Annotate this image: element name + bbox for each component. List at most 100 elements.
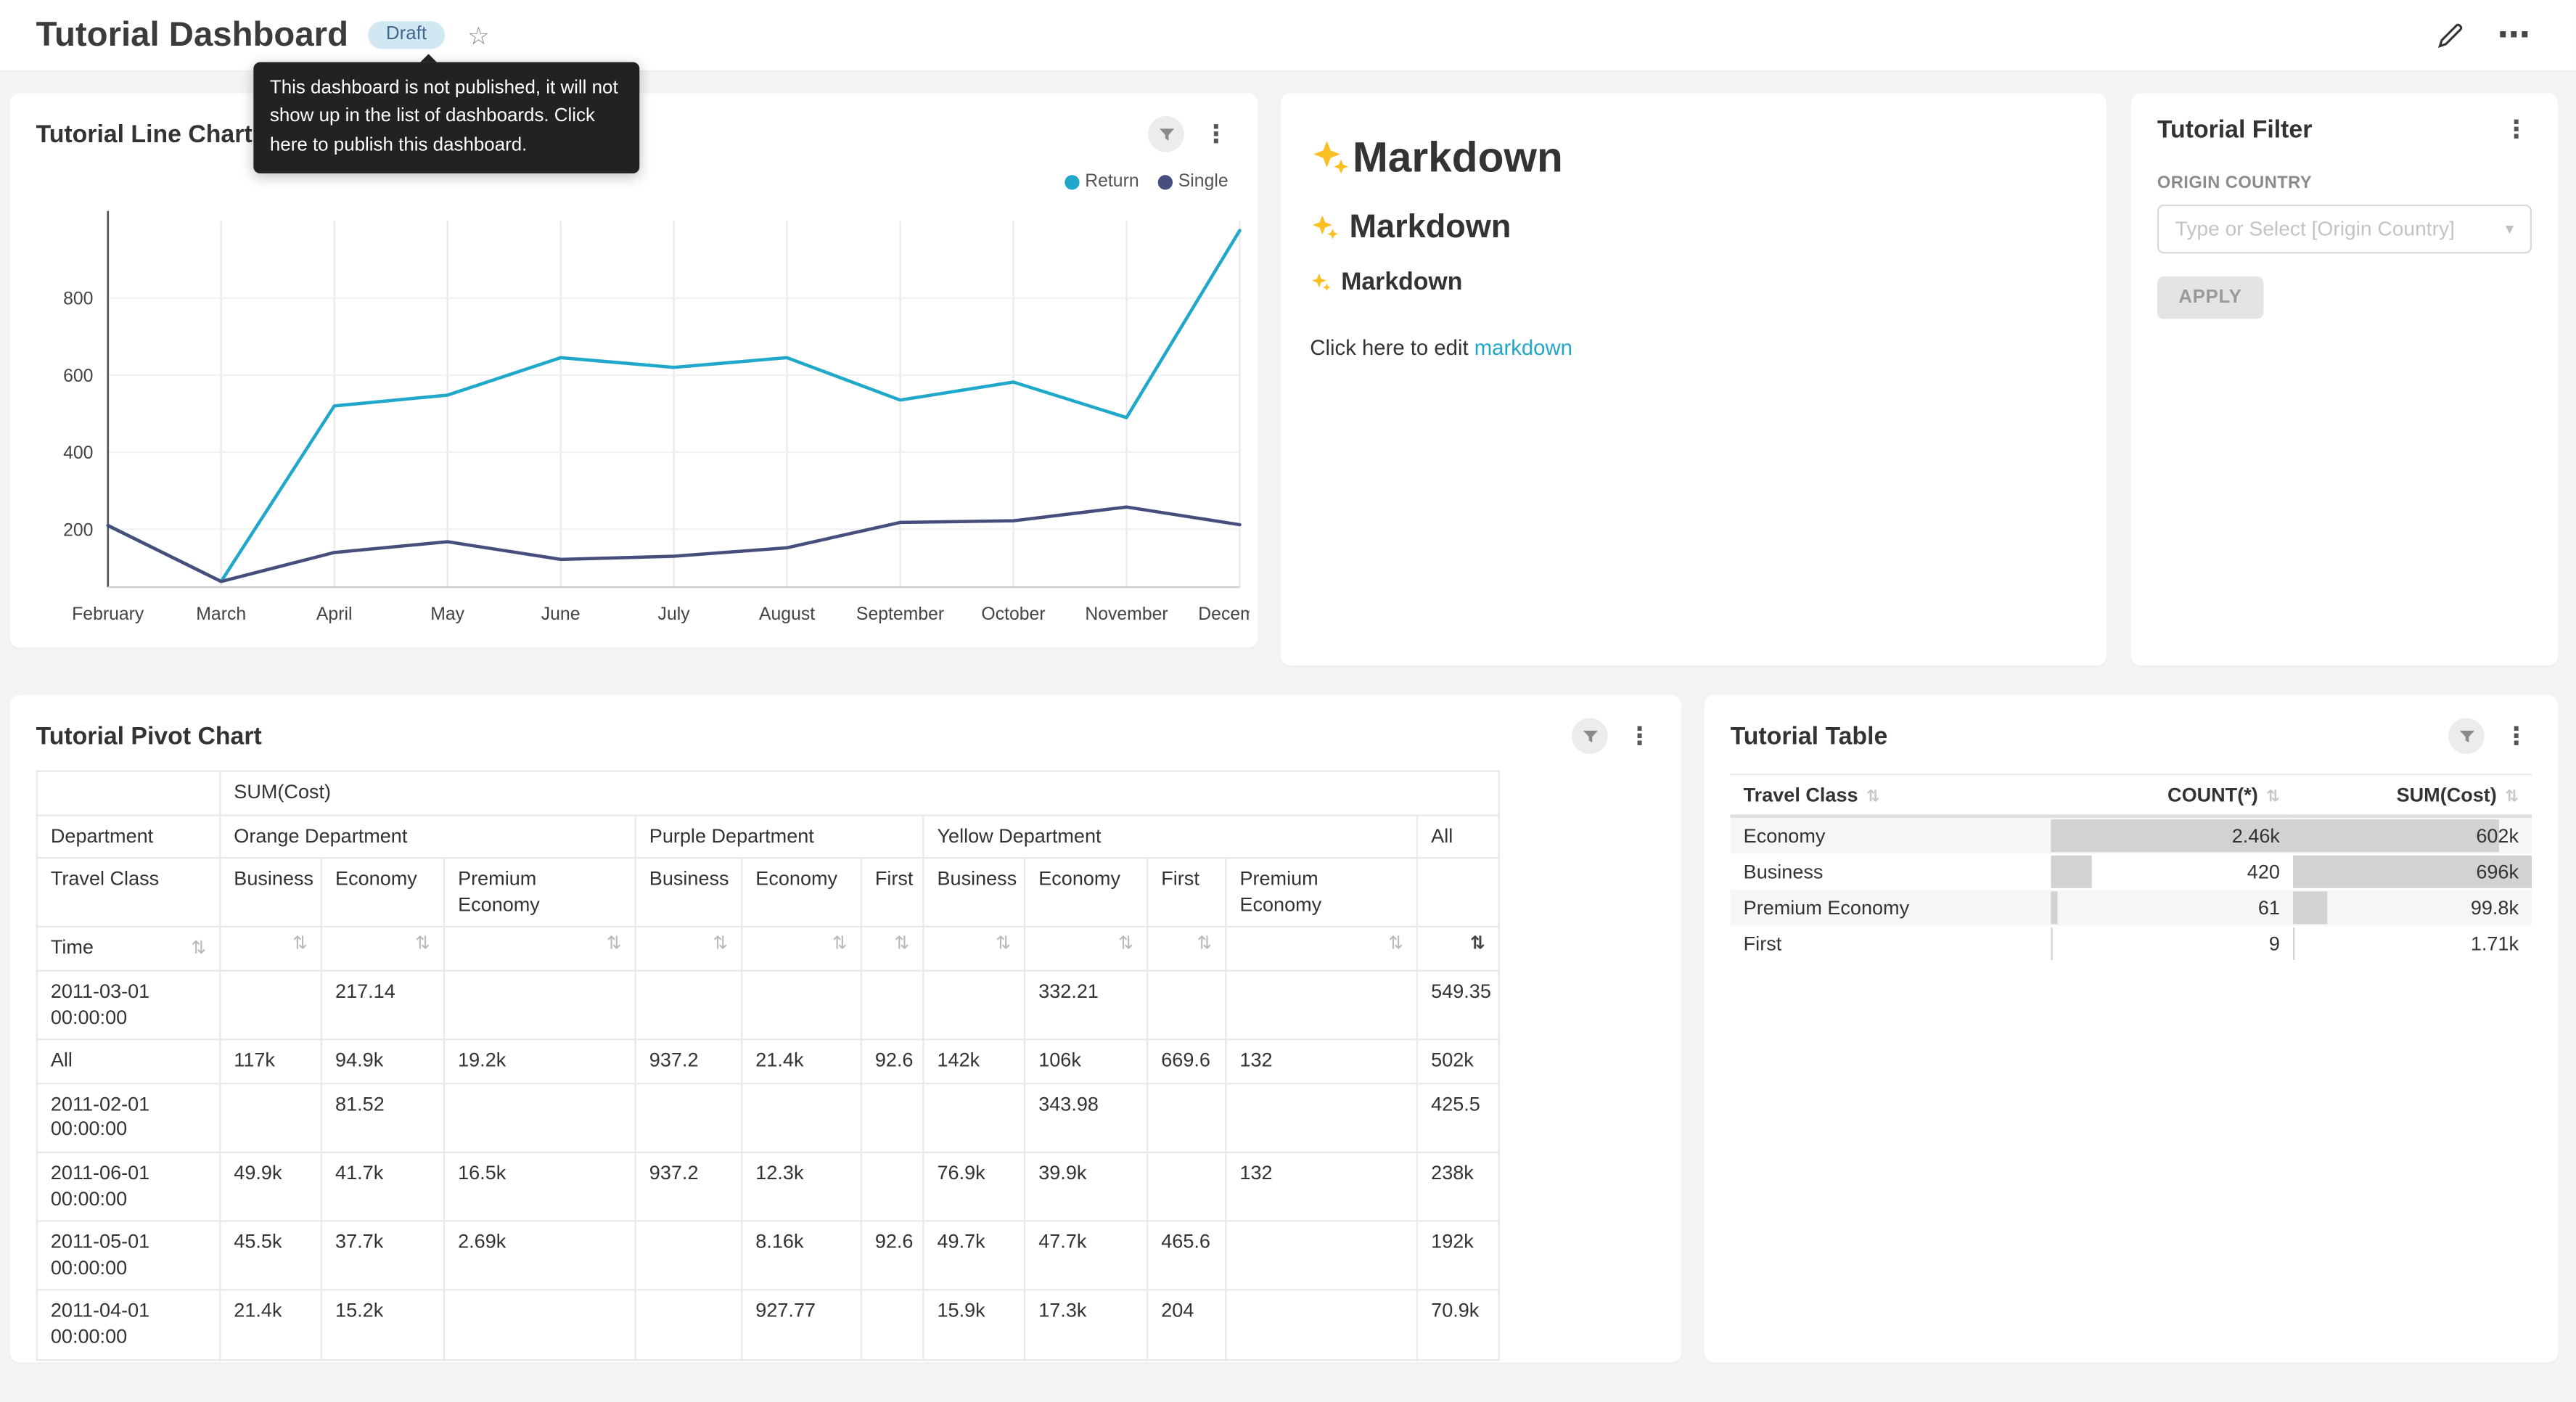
table-row[interactable]: Premium Economy6199.8k — [1731, 890, 2532, 926]
pivot-card-header: Tutorial Pivot Chart ⋮ — [10, 695, 1681, 761]
pivot-cell: 15.2k — [321, 1290, 444, 1359]
pivot-cell: 106k — [1025, 1040, 1147, 1083]
pivot-sort-header[interactable]: ⇅ — [1147, 927, 1226, 971]
pivot-cell — [444, 1083, 636, 1152]
pivot-cell: 937.2 — [636, 1040, 742, 1083]
column-header-count[interactable]: COUNT(*)⇅ — [2051, 774, 2293, 816]
svg-text:October: October — [981, 604, 1045, 624]
sort-icon: ⇅ — [894, 936, 909, 954]
legend-dot-return — [1065, 174, 1080, 189]
pivot-cell — [1226, 1221, 1417, 1290]
cross-filter-icon[interactable] — [1148, 116, 1184, 152]
pivot-cell: 81.52 — [321, 1083, 444, 1152]
markdown-paragraph: Click here to edit markdown — [1310, 335, 2077, 360]
pivot-sort-header[interactable]: ⇅ — [923, 927, 1025, 971]
sort-icon: ⇅ — [191, 940, 206, 958]
pivot-row-time: All — [37, 1040, 220, 1083]
line-chart-card: Tutorial Line Chart ⋮ Return Single — [10, 93, 1258, 647]
pivot-sort-header[interactable]: ⇅ — [861, 927, 924, 971]
pivot-sort-header[interactable]: ⇅ — [220, 927, 321, 971]
cell-count: 9 — [2051, 926, 2293, 962]
sort-icon[interactable]: ⇅ — [1866, 788, 1880, 806]
origin-country-select[interactable]: Type or Select [Origin Country] ▾ — [2157, 205, 2532, 254]
svg-text:March: March — [196, 604, 246, 624]
sparkles-icon — [1310, 271, 1333, 294]
filter-card-header: Tutorial Filter ⋮ — [2131, 93, 2558, 150]
draft-badge[interactable]: Draft — [368, 21, 445, 49]
markdown-heading-3: Markdown — [1310, 268, 2077, 296]
favorite-star-icon[interactable]: ☆ — [467, 20, 489, 50]
column-header-travel-class[interactable]: Travel Class⇅ — [1731, 774, 2051, 816]
sort-icon: ⇅ — [1470, 936, 1485, 954]
svg-text:November: November — [1085, 604, 1168, 624]
pivot-metric-header: SUM(Cost) — [220, 771, 1499, 815]
pivot-sort-header[interactable]: ⇅ — [1417, 927, 1499, 971]
pivot-sort-header[interactable]: ⇅ — [444, 927, 636, 971]
pivot-cell: 465.6 — [1147, 1221, 1226, 1290]
cross-filter-icon[interactable] — [1572, 718, 1608, 754]
pivot-cell: 132 — [1226, 1040, 1417, 1083]
pivot-cell — [444, 1290, 636, 1359]
filter-menu-kebab-icon[interactable]: ⋮ — [2501, 118, 2532, 142]
pivot-cell: 37.7k — [321, 1221, 444, 1290]
pivot-group-header: Orange Department — [220, 815, 635, 858]
apply-button[interactable]: APPLY — [2157, 276, 2263, 319]
pivot-cell: 17.3k — [1025, 1290, 1147, 1359]
pivot-cell: 92.6 — [861, 1040, 924, 1083]
pivot-row-time: 2011-03-01 00:00:00 — [37, 971, 220, 1040]
pivot-cell: 343.98 — [1025, 1083, 1147, 1152]
pivot-cell — [923, 971, 1025, 1040]
publish-tooltip[interactable]: This dashboard is not published, it will… — [253, 62, 639, 173]
pivot-cell: 217.14 — [321, 971, 444, 1040]
cell-count: 420 — [2051, 854, 2293, 890]
chart-menu-kebab-icon[interactable]: ⋮ — [2501, 723, 2532, 748]
cross-filter-icon[interactable] — [2448, 718, 2485, 754]
edit-pencil-icon[interactable] — [2437, 21, 2464, 49]
legend-label-single: Single — [1178, 172, 1228, 192]
svg-text:September: September — [856, 604, 944, 624]
pivot-cell: 117k — [220, 1040, 321, 1083]
pivot-sort-header[interactable]: ⇅ — [321, 927, 444, 971]
value-bar — [2293, 819, 2500, 852]
pivot-cell: 238k — [1417, 1152, 1499, 1221]
pivot-table: SUM(Cost)DepartmentOrange DepartmentPurp… — [36, 771, 1500, 1361]
pivot-cell: 15.9k — [923, 1290, 1025, 1359]
svg-text:May: May — [430, 604, 464, 624]
sort-icon: ⇅ — [832, 936, 848, 954]
table-card-title: Tutorial Table — [1731, 722, 1888, 750]
svg-text:August: August — [759, 604, 815, 624]
pivot-row-time: 2011-06-01 00:00:00 — [37, 1152, 220, 1221]
pivot-sort-header[interactable]: ⇅ — [1226, 927, 1417, 971]
legend-item-return[interactable]: Return — [1065, 172, 1139, 192]
dashboard-grid: Tutorial Line Chart ⋮ Return Single — [0, 72, 2576, 1401]
pivot-cell: 204 — [1147, 1290, 1226, 1359]
legend-item-single[interactable]: Single — [1159, 172, 1228, 192]
pivot-sort-header[interactable]: ⇅ — [1025, 927, 1147, 971]
table-row[interactable]: Business420696k — [1731, 854, 2532, 890]
pivot-column-header — [1417, 858, 1499, 927]
chart-menu-kebab-icon[interactable]: ⋮ — [1200, 122, 1231, 147]
markdown-card[interactable]: Markdown Markdown Markdown Click here to… — [1281, 93, 2107, 665]
cell-sum-cost: 99.8k — [2293, 890, 2532, 926]
pivot-row-time: 2011-04-01 00:00:00 — [37, 1290, 220, 1359]
pivot-cell — [861, 1290, 924, 1359]
pivot-sort-header[interactable]: ⇅ — [636, 927, 742, 971]
table-row[interactable]: First91.71k — [1731, 926, 2532, 962]
pivot-cell: 16.5k — [444, 1152, 636, 1221]
pivot-row: All117k94.9k19.2k937.221.4k92.6142k106k6… — [37, 1040, 1499, 1083]
markdown-edit-link[interactable]: markdown — [1474, 335, 1572, 360]
table-row[interactable]: Economy2.46k602k — [1731, 816, 2532, 854]
sort-icon: ⇅ — [713, 936, 728, 954]
pivot-group-header: All — [1417, 815, 1499, 858]
pivot-sort-header[interactable]: ⇅ — [742, 927, 861, 971]
pivot-column-header: Business — [923, 858, 1025, 927]
value-bar — [2293, 927, 2294, 960]
column-header-sum-cost[interactable]: SUM(Cost)⇅ — [2293, 774, 2532, 816]
chart-menu-kebab-icon[interactable]: ⋮ — [1624, 723, 1655, 748]
pivot-cell: 39.9k — [1025, 1152, 1147, 1221]
markdown-heading-1: Markdown — [1310, 133, 2077, 184]
sort-icon[interactable]: ⇅ — [2266, 788, 2280, 806]
sort-icon[interactable]: ⇅ — [2505, 788, 2519, 806]
pivot-cell: 12.3k — [742, 1152, 861, 1221]
pivot-time-sort-header[interactable]: Time⇅ — [37, 927, 220, 971]
